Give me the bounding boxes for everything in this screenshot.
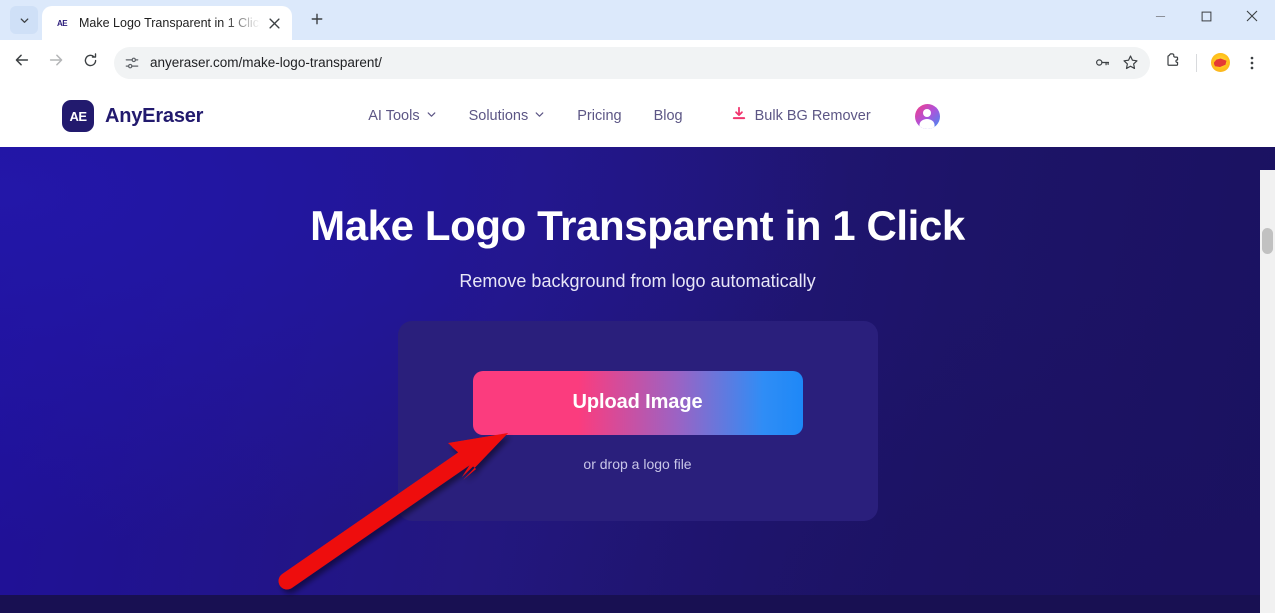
upload-dropzone[interactable]: Upload Image or drop a logo file xyxy=(397,321,878,522)
close-icon xyxy=(1246,9,1258,27)
arrow-right-icon xyxy=(47,51,65,74)
window-close-button[interactable] xyxy=(1229,0,1275,36)
scrollbar-thumb[interactable] xyxy=(1262,228,1273,254)
menu-dots xyxy=(1250,56,1254,69)
omnibox-actions xyxy=(1088,49,1144,77)
nav-label: AI Tools xyxy=(368,108,420,124)
web-page: AE AnyEraser AI Tools Solutions Pricing … xyxy=(0,85,1275,613)
chevron-down-icon xyxy=(534,108,545,124)
nav-label: Bulk BG Remover xyxy=(754,108,871,124)
reload-button[interactable] xyxy=(74,47,106,79)
maximize-icon xyxy=(1201,9,1212,27)
chevron-down-icon xyxy=(18,14,31,27)
hero-content: Make Logo Transparent in 1 Click Remove … xyxy=(0,147,1275,522)
minimize-icon xyxy=(1155,9,1166,27)
site-header: AE AnyEraser AI Tools Solutions Pricing … xyxy=(0,85,1275,147)
address-bar[interactable]: anyeraser.com/make-logo-transparent/ xyxy=(114,46,1150,79)
nav-label: Blog xyxy=(653,108,683,124)
main-navigation: AI Tools Solutions Pricing Blog Bulk BG … xyxy=(368,106,871,126)
extension-fox-icon[interactable] xyxy=(1205,48,1235,78)
download-icon xyxy=(731,106,747,126)
drop-file-hint: or drop a logo file xyxy=(583,455,692,472)
page-settings-icon[interactable] xyxy=(118,49,146,77)
new-tab-button[interactable] xyxy=(302,6,332,36)
brand-logo-link[interactable]: AE AnyEraser xyxy=(62,100,203,132)
anyeraser-logo-icon: AE xyxy=(62,100,94,132)
window-maximize-button[interactable] xyxy=(1183,0,1229,36)
tab-close-button[interactable] xyxy=(264,13,284,33)
toolbar-divider xyxy=(1196,53,1197,72)
nav-item-bulk-bg-remover[interactable]: Bulk BG Remover xyxy=(731,106,871,126)
window-controls xyxy=(1137,0,1275,36)
nav-label: Solutions xyxy=(468,108,529,124)
page-scrollbar[interactable] xyxy=(1260,170,1275,613)
arrow-left-icon xyxy=(13,51,31,74)
plus-icon xyxy=(310,12,324,31)
user-avatar[interactable] xyxy=(914,103,940,129)
hero-section: Make Logo Transparent in 1 Click Remove … xyxy=(0,147,1275,613)
extension-avatar xyxy=(1210,53,1230,72)
upload-image-button[interactable]: Upload Image xyxy=(472,370,803,435)
browser-tab[interactable]: AE Make Logo Transparent in 1 Click xyxy=(42,6,292,40)
brand-name: AnyEraser xyxy=(105,104,204,127)
nav-item-pricing[interactable]: Pricing xyxy=(577,108,621,124)
three-dot-menu-icon[interactable] xyxy=(1237,48,1267,78)
nav-item-blog[interactable]: Blog xyxy=(654,108,683,124)
puzzle-piece-icon xyxy=(1164,51,1182,74)
forward-button[interactable] xyxy=(40,47,72,79)
chevron-down-icon xyxy=(426,108,437,124)
browser-window: AE Make Logo Transparent in 1 Click anye… xyxy=(0,0,1275,613)
page-subtitle: Remove background from logo automaticall… xyxy=(459,271,816,292)
tab-strip: AE Make Logo Transparent in 1 Click xyxy=(0,0,1275,40)
anyeraser-favicon: AE xyxy=(56,18,68,28)
nav-item-ai-tools[interactable]: AI Tools xyxy=(368,108,436,124)
tab-search-button[interactable] xyxy=(10,6,38,34)
window-minimize-button[interactable] xyxy=(1137,0,1183,36)
url-text[interactable]: anyeraser.com/make-logo-transparent/ xyxy=(146,55,1088,70)
page-title: Make Logo Transparent in 1 Click xyxy=(310,202,965,249)
nav-label: Pricing xyxy=(577,108,622,124)
star-icon[interactable] xyxy=(1116,49,1144,77)
browser-toolbar: anyeraser.com/make-logo-transparent/ xyxy=(0,40,1275,85)
back-button[interactable] xyxy=(6,47,38,79)
tab-title: Make Logo Transparent in 1 Click xyxy=(79,16,264,30)
extensions-button[interactable] xyxy=(1158,48,1188,78)
key-icon[interactable] xyxy=(1088,49,1116,77)
nav-item-solutions[interactable]: Solutions xyxy=(469,108,546,124)
reload-icon xyxy=(82,52,99,74)
